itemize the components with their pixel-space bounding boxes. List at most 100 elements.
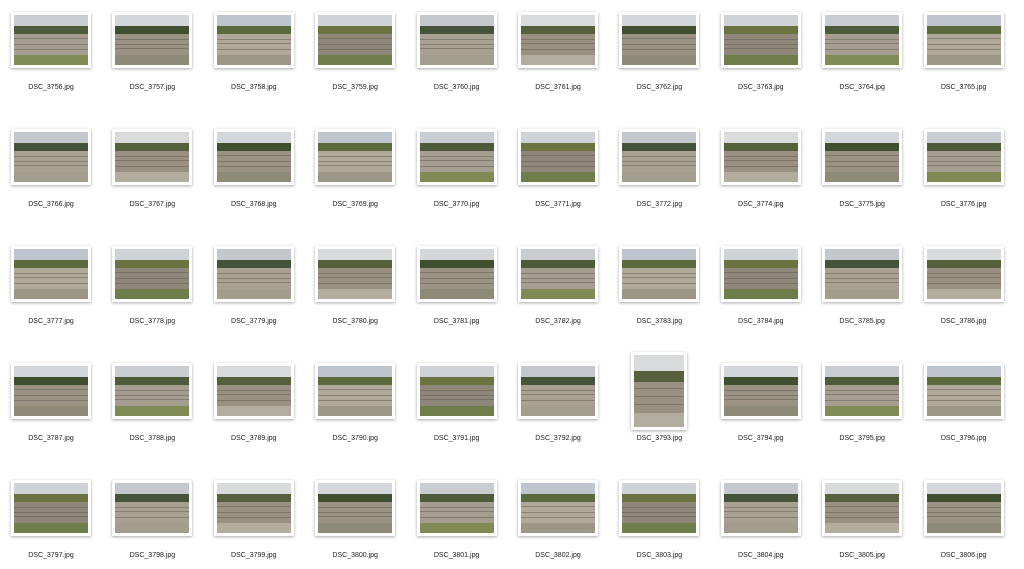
file-item[interactable]: DSC_3802.jpg bbox=[507, 468, 609, 569]
file-item[interactable]: DSC_3762.jpg bbox=[608, 0, 710, 110]
file-item[interactable]: DSC_3767.jpg bbox=[101, 117, 203, 227]
file-item[interactable]: DSC_3778.jpg bbox=[101, 234, 203, 344]
thumbnail-image[interactable] bbox=[619, 246, 700, 302]
file-item[interactable]: DSC_3760.jpg bbox=[406, 0, 508, 110]
thumbnail-image[interactable] bbox=[923, 12, 1004, 68]
file-item[interactable]: DSC_3795.jpg bbox=[811, 351, 913, 461]
thumbnail-image[interactable] bbox=[518, 12, 598, 68]
thumbnail-image[interactable] bbox=[416, 363, 497, 419]
thumbnail-image[interactable] bbox=[619, 12, 700, 68]
thumbnail-image[interactable] bbox=[11, 363, 91, 419]
thumbnail-image[interactable] bbox=[720, 12, 801, 68]
file-item[interactable]: DSC_3803.jpg bbox=[608, 468, 710, 569]
thumbnail-image[interactable] bbox=[11, 129, 91, 185]
thumbnail-image[interactable] bbox=[619, 129, 700, 185]
thumbnail-image[interactable] bbox=[112, 12, 193, 68]
file-item[interactable]: DSC_3776.jpg bbox=[913, 117, 1015, 227]
thumbnail-image[interactable] bbox=[315, 12, 396, 68]
thumbnail-image[interactable] bbox=[631, 352, 688, 430]
file-item[interactable]: DSC_3784.jpg bbox=[710, 234, 812, 344]
file-item[interactable]: DSC_3786.jpg bbox=[913, 234, 1015, 344]
file-item[interactable]: DSC_3789.jpg bbox=[203, 351, 305, 461]
file-item[interactable]: DSC_3791.jpg bbox=[406, 351, 508, 461]
file-item[interactable]: DSC_3771.jpg bbox=[507, 117, 609, 227]
file-item[interactable]: DSC_3757.jpg bbox=[101, 0, 203, 110]
thumbnail-image[interactable] bbox=[822, 480, 903, 536]
file-item[interactable]: DSC_3800.jpg bbox=[304, 468, 406, 569]
thumbnail-image[interactable] bbox=[11, 480, 91, 536]
thumbnail-image[interactable] bbox=[619, 480, 700, 536]
thumbnail-image[interactable] bbox=[112, 480, 193, 536]
file-item[interactable]: DSC_3792.jpg bbox=[507, 351, 609, 461]
file-item[interactable]: DSC_3782.jpg bbox=[507, 234, 609, 344]
thumbnail-image[interactable] bbox=[416, 129, 497, 185]
thumbnail-image[interactable] bbox=[518, 363, 598, 419]
file-item[interactable]: DSC_3774.jpg bbox=[710, 117, 812, 227]
thumbnail-image[interactable] bbox=[822, 129, 903, 185]
file-item[interactable]: DSC_3779.jpg bbox=[203, 234, 305, 344]
file-item[interactable]: DSC_3799.jpg bbox=[203, 468, 305, 569]
file-item[interactable]: DSC_3770.jpg bbox=[406, 117, 508, 227]
file-item[interactable]: DSC_3796.jpg bbox=[913, 351, 1015, 461]
thumbnail-image[interactable] bbox=[923, 129, 1004, 185]
thumbnail-image[interactable] bbox=[923, 363, 1004, 419]
thumbnail-image[interactable] bbox=[416, 480, 497, 536]
thumbnail-image[interactable] bbox=[923, 480, 1004, 536]
thumbnail-image[interactable] bbox=[518, 246, 598, 302]
thumbnail-image[interactable] bbox=[315, 480, 396, 536]
file-item[interactable]: DSC_3797.jpg bbox=[0, 468, 102, 569]
thumbnail-image[interactable] bbox=[11, 12, 91, 68]
file-item[interactable]: DSC_3801.jpg bbox=[406, 468, 508, 569]
thumbnail-image[interactable] bbox=[213, 129, 294, 185]
file-item[interactable]: DSC_3758.jpg bbox=[203, 0, 305, 110]
file-item[interactable]: DSC_3798.jpg bbox=[101, 468, 203, 569]
file-item[interactable]: DSC_3775.jpg bbox=[811, 117, 913, 227]
file-item[interactable]: DSC_3793.jpg bbox=[608, 351, 710, 461]
thumbnail-image[interactable] bbox=[112, 246, 193, 302]
thumbnail-image[interactable] bbox=[213, 12, 294, 68]
file-item[interactable]: DSC_3780.jpg bbox=[304, 234, 406, 344]
thumbnail-image[interactable] bbox=[112, 363, 193, 419]
thumbnail-image[interactable] bbox=[213, 480, 294, 536]
file-item[interactable]: DSC_3785.jpg bbox=[811, 234, 913, 344]
thumbnail-image[interactable] bbox=[720, 246, 801, 302]
thumbnail-image[interactable] bbox=[518, 129, 598, 185]
file-item[interactable]: DSC_3790.jpg bbox=[304, 351, 406, 461]
thumbnail-image[interactable] bbox=[416, 12, 497, 68]
thumbnail-image[interactable] bbox=[213, 363, 294, 419]
file-item[interactable]: DSC_3781.jpg bbox=[406, 234, 508, 344]
thumbnail-image[interactable] bbox=[213, 246, 294, 302]
file-item[interactable]: DSC_3805.jpg bbox=[811, 468, 913, 569]
file-item[interactable]: DSC_3763.jpg bbox=[710, 0, 812, 110]
thumbnail-image[interactable] bbox=[518, 480, 598, 536]
file-item[interactable]: DSC_3806.jpg bbox=[913, 468, 1015, 569]
file-item[interactable]: DSC_3768.jpg bbox=[203, 117, 305, 227]
thumbnail-image[interactable] bbox=[315, 246, 396, 302]
thumbnail-image[interactable] bbox=[822, 363, 903, 419]
thumbnail-image[interactable] bbox=[720, 129, 801, 185]
file-item[interactable]: DSC_3804.jpg bbox=[710, 468, 812, 569]
file-item[interactable]: DSC_3788.jpg bbox=[101, 351, 203, 461]
file-item[interactable]: DSC_3761.jpg bbox=[507, 0, 609, 110]
file-item[interactable]: DSC_3777.jpg bbox=[0, 234, 102, 344]
file-item[interactable]: DSC_3765.jpg bbox=[913, 0, 1015, 110]
file-item[interactable]: DSC_3772.jpg bbox=[608, 117, 710, 227]
thumbnail-image[interactable] bbox=[315, 129, 396, 185]
file-item[interactable]: DSC_3783.jpg bbox=[608, 234, 710, 344]
file-item[interactable]: DSC_3759.jpg bbox=[304, 0, 406, 110]
thumbnail-image[interactable] bbox=[720, 480, 801, 536]
thumbnail-image[interactable] bbox=[822, 12, 903, 68]
file-item[interactable]: DSC_3794.jpg bbox=[710, 351, 812, 461]
thumbnail-image[interactable] bbox=[112, 129, 193, 185]
file-item[interactable]: DSC_3756.jpg bbox=[0, 0, 102, 110]
file-item[interactable]: DSC_3769.jpg bbox=[304, 117, 406, 227]
thumbnail-image[interactable] bbox=[416, 246, 497, 302]
file-item[interactable]: DSC_3766.jpg bbox=[0, 117, 102, 227]
thumbnail-image[interactable] bbox=[822, 246, 903, 302]
thumbnail-image[interactable] bbox=[315, 363, 396, 419]
thumbnail-image[interactable] bbox=[11, 246, 91, 302]
thumbnail-image[interactable] bbox=[923, 246, 1004, 302]
file-item[interactable]: DSC_3787.jpg bbox=[0, 351, 102, 461]
file-item[interactable]: DSC_3764.jpg bbox=[811, 0, 913, 110]
thumbnail-image[interactable] bbox=[720, 363, 801, 419]
